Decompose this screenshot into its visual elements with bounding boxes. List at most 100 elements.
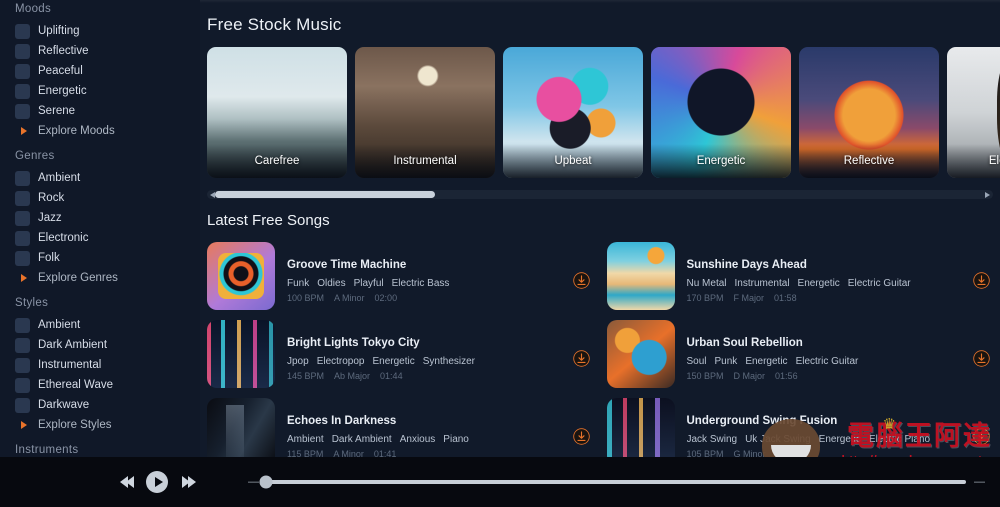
scrollbar-thumb[interactable] bbox=[215, 191, 436, 198]
sidebar-explore-genres-link[interactable]: Explore Genres bbox=[10, 268, 200, 288]
fast-forward-icon[interactable] bbox=[182, 476, 196, 488]
sidebar-item-label: Electronic bbox=[38, 232, 89, 244]
song-tag[interactable]: Electric Piano bbox=[869, 434, 930, 445]
song-meta: Groove Time Machine Funk Oldies Playful Elec… bbox=[287, 242, 561, 303]
sidebar-section-heading-styles: Styles bbox=[15, 297, 49, 309]
song-artwork[interactable] bbox=[207, 398, 275, 466]
sidebar[interactable]: Moods Uplifting Reflective Peaceful Energeti… bbox=[0, 0, 200, 507]
song-tag[interactable]: Anxious bbox=[400, 434, 436, 445]
song-tag[interactable]: Oldies bbox=[317, 278, 345, 289]
song-row[interactable]: Urban Soul Rebellion Soul Punk Energetic Ele… bbox=[606, 315, 997, 393]
song-tag[interactable]: Electric Bass bbox=[392, 278, 450, 289]
genre-thumb-electronic bbox=[15, 230, 30, 246]
sidebar-item-dark-ambient[interactable]: Dark Ambient bbox=[10, 335, 200, 355]
category-card-electric-gu[interactable]: Electric Gu bbox=[947, 47, 1000, 178]
scroll-right-arrow[interactable] bbox=[985, 191, 990, 198]
song-tags: Ambient Dark Ambient Anxious Piano bbox=[287, 434, 561, 445]
sidebar-item-folk[interactable]: Folk bbox=[10, 248, 200, 268]
section-title: Latest Free Songs bbox=[207, 212, 330, 229]
player-bar[interactable]: — — bbox=[0, 457, 1000, 507]
song-tag[interactable]: Energetic bbox=[798, 278, 840, 289]
song-tag[interactable]: Instrumental bbox=[735, 278, 790, 289]
download-icon[interactable] bbox=[573, 349, 591, 367]
style-thumb-instrumental bbox=[15, 357, 30, 373]
song-tag[interactable]: Playful bbox=[354, 278, 384, 289]
song-bpm: 145 BPM bbox=[287, 371, 325, 381]
song-tag[interactable]: Funk bbox=[287, 278, 309, 289]
seek-bar-group[interactable]: — — bbox=[248, 475, 985, 489]
download-icon[interactable] bbox=[972, 427, 990, 445]
song-tag[interactable]: Soul bbox=[687, 356, 707, 367]
seek-handle[interactable] bbox=[259, 475, 273, 489]
song-tag[interactable]: Nu Metal bbox=[687, 278, 727, 289]
song-tag[interactable]: Uk Jack Swing bbox=[745, 434, 811, 445]
song-title: Underground Swing Fusion bbox=[686, 415, 838, 427]
genre-thumb-jazz bbox=[15, 210, 30, 226]
song-artwork[interactable] bbox=[207, 242, 275, 310]
seek-slider[interactable] bbox=[259, 475, 966, 489]
sidebar-item-serene[interactable]: Serene bbox=[10, 101, 200, 121]
song-list[interactable]: Groove Time Machine Funk Oldies Playful Elec… bbox=[200, 229, 1000, 471]
song-tag[interactable]: Electropop bbox=[317, 356, 365, 367]
song-artwork[interactable] bbox=[606, 320, 675, 388]
song-artwork[interactable] bbox=[606, 242, 675, 310]
song-tag[interactable]: Jack Swing bbox=[687, 434, 738, 445]
song-artwork[interactable] bbox=[207, 320, 275, 388]
rewind-icon[interactable] bbox=[120, 476, 134, 488]
song-details: 170 BPM F Major 01:58 bbox=[687, 293, 961, 303]
song-row[interactable]: Groove Time Machine Funk Oldies Playful Elec… bbox=[207, 237, 597, 315]
sidebar-item-ambient[interactable]: Ambient bbox=[10, 315, 200, 335]
sidebar-scroll-area[interactable]: Moods Uplifting Reflective Peaceful Energeti… bbox=[10, 0, 200, 462]
category-card-instrumental[interactable]: Instrumental bbox=[355, 47, 495, 178]
song-row[interactable]: Sunshine Days Ahead Nu Metal Instrumental E… bbox=[606, 237, 997, 315]
song-title: Bright Lights Tokyo City bbox=[287, 337, 420, 349]
song-tag[interactable]: Punk bbox=[715, 356, 738, 367]
mood-thumb-reflective bbox=[15, 43, 30, 59]
sidebar-item-rock[interactable]: Rock bbox=[10, 188, 200, 208]
carousel-scrollbar[interactable] bbox=[207, 190, 993, 199]
song-tag[interactable]: Ambient bbox=[287, 434, 324, 445]
sidebar-item-peaceful[interactable]: Peaceful bbox=[10, 61, 200, 81]
song-duration: 01:56 bbox=[775, 371, 798, 381]
download-icon[interactable] bbox=[573, 427, 591, 445]
sidebar-explore-styles-link[interactable]: Explore Styles bbox=[10, 415, 200, 435]
sidebar-item-instrumental[interactable]: Instrumental bbox=[10, 355, 200, 375]
song-tags: Soul Punk Energetic Electric Guitar bbox=[687, 356, 961, 367]
category-card-reflective[interactable]: Reflective bbox=[799, 47, 939, 178]
song-row[interactable]: Bright Lights Tokyo City Jpop Electropop En… bbox=[207, 315, 597, 393]
seek-end-marker: — bbox=[974, 476, 985, 488]
sidebar-explore-moods-link[interactable]: Explore Moods bbox=[10, 121, 200, 141]
song-tag[interactable]: Energetic bbox=[819, 434, 861, 445]
song-tag[interactable]: Dark Ambient bbox=[332, 434, 392, 445]
song-title: Echoes In Darkness bbox=[287, 415, 397, 427]
song-key: F Major bbox=[733, 293, 765, 303]
song-tag[interactable]: Energetic bbox=[373, 356, 415, 367]
sidebar-item-energetic[interactable]: Energetic bbox=[10, 81, 200, 101]
category-card-upbeat[interactable]: Upbeat bbox=[503, 47, 643, 178]
genre-thumb-folk bbox=[15, 250, 30, 266]
category-carousel[interactable]: Carefree Instrumental Upbeat Energetic Refle… bbox=[200, 35, 1000, 178]
sidebar-item-electronic[interactable]: Electronic bbox=[10, 228, 200, 248]
song-tag[interactable]: Jpop bbox=[287, 356, 309, 367]
sidebar-item-uplifting[interactable]: Uplifting bbox=[10, 21, 200, 41]
category-card-row[interactable]: Carefree Instrumental Upbeat Energetic Refle… bbox=[207, 47, 1000, 178]
category-card-energetic[interactable]: Energetic bbox=[651, 47, 791, 178]
sidebar-item-ambient[interactable]: Ambient bbox=[10, 168, 200, 188]
song-tag[interactable]: Synthesizer bbox=[423, 356, 475, 367]
song-tag[interactable]: Electric Guitar bbox=[848, 278, 911, 289]
sidebar-item-ethereal-wave[interactable]: Ethereal Wave bbox=[10, 375, 200, 395]
style-thumb-darkwave bbox=[15, 397, 30, 413]
sidebar-item-jazz[interactable]: Jazz bbox=[10, 208, 200, 228]
song-tag[interactable]: Piano bbox=[443, 434, 469, 445]
sidebar-item-reflective[interactable]: Reflective bbox=[10, 41, 200, 61]
category-card-carefree[interactable]: Carefree bbox=[207, 47, 347, 178]
song-tag[interactable]: Electric Guitar bbox=[796, 356, 859, 367]
download-icon[interactable] bbox=[972, 349, 990, 367]
download-icon[interactable] bbox=[573, 271, 591, 289]
song-bpm: 100 BPM bbox=[287, 293, 325, 303]
song-tag[interactable]: Energetic bbox=[745, 356, 787, 367]
sidebar-item-darkwave[interactable]: Darkwave bbox=[10, 395, 200, 415]
play-icon[interactable] bbox=[146, 471, 168, 493]
download-icon[interactable] bbox=[972, 271, 990, 289]
song-artwork[interactable] bbox=[606, 398, 675, 466]
